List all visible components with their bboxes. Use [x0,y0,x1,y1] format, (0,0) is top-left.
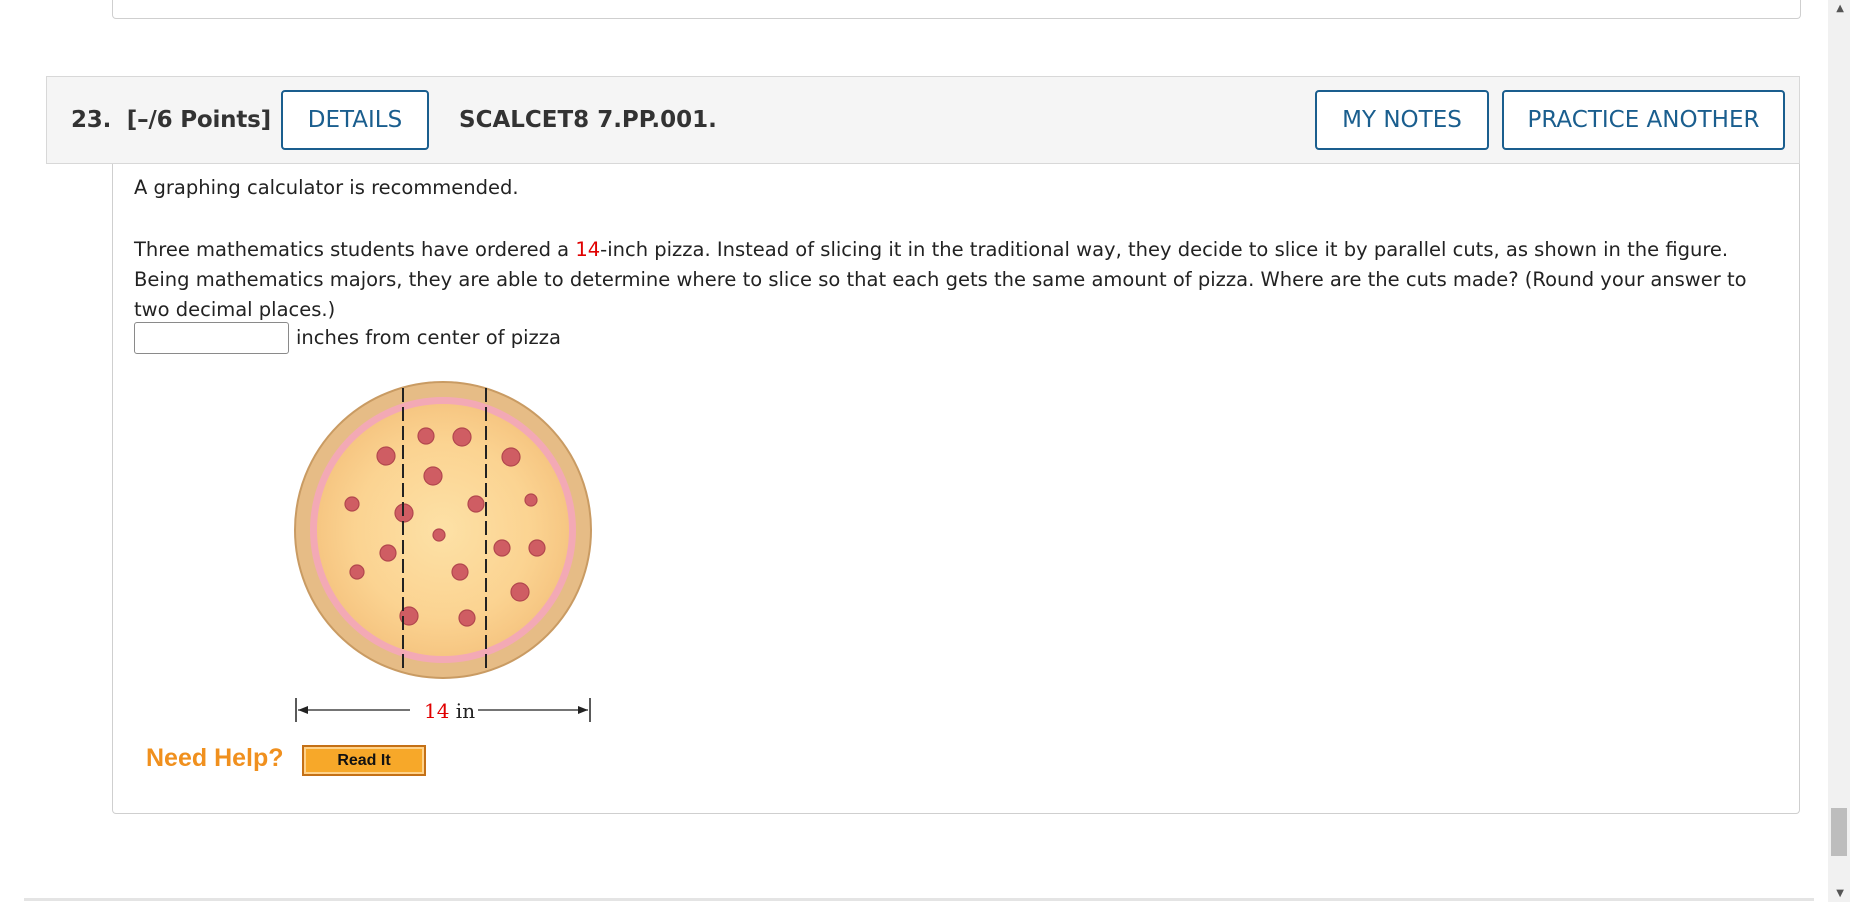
scroll-up-arrow-icon[interactable]: ▲ [1836,3,1844,14]
my-notes-button[interactable]: MY NOTES [1315,90,1489,150]
question-code: SCALCET8 7.PP.001. [459,107,717,133]
answer-input[interactable] [134,322,289,354]
previous-question-card [112,0,1801,19]
figure-dimension-unit: in [449,699,475,723]
details-button[interactable]: DETAILS [281,90,429,150]
pizza-size-value: 14 [575,238,601,261]
calculator-note: A graphing calculator is recommended. [134,176,519,199]
answer-units-label: inches from center of pizza [296,326,561,349]
vertical-scrollbar[interactable]: ▲ ▼ [1828,0,1850,902]
question-number: 23. [–/6 Points] [71,107,271,133]
next-question-divider [24,898,1814,901]
question-header: 23. [–/6 Points] DETAILS SCALCET8 7.PP.0… [46,76,1800,164]
pizza-illustration: 14 in [294,381,592,723]
scroll-down-arrow-icon[interactable]: ▼ [1836,888,1844,899]
pizza-figure: 14 in [290,378,600,728]
read-it-button[interactable]: Read It [302,745,426,776]
figure-dimension-value: 14 [424,699,449,723]
problem-text: Three mathematics students have ordered … [134,235,1784,325]
practice-another-button[interactable]: PRACTICE ANOTHER [1502,90,1785,150]
svg-text:14 in: 14 in [424,699,475,723]
question-number-value: 23. [71,107,112,133]
problem-text-part1: Three mathematics students have ordered … [134,238,576,261]
question-points: [–/6 Points] [126,107,271,133]
scrollbar-thumb[interactable] [1831,808,1847,856]
need-help-label: Need Help? [146,744,284,772]
